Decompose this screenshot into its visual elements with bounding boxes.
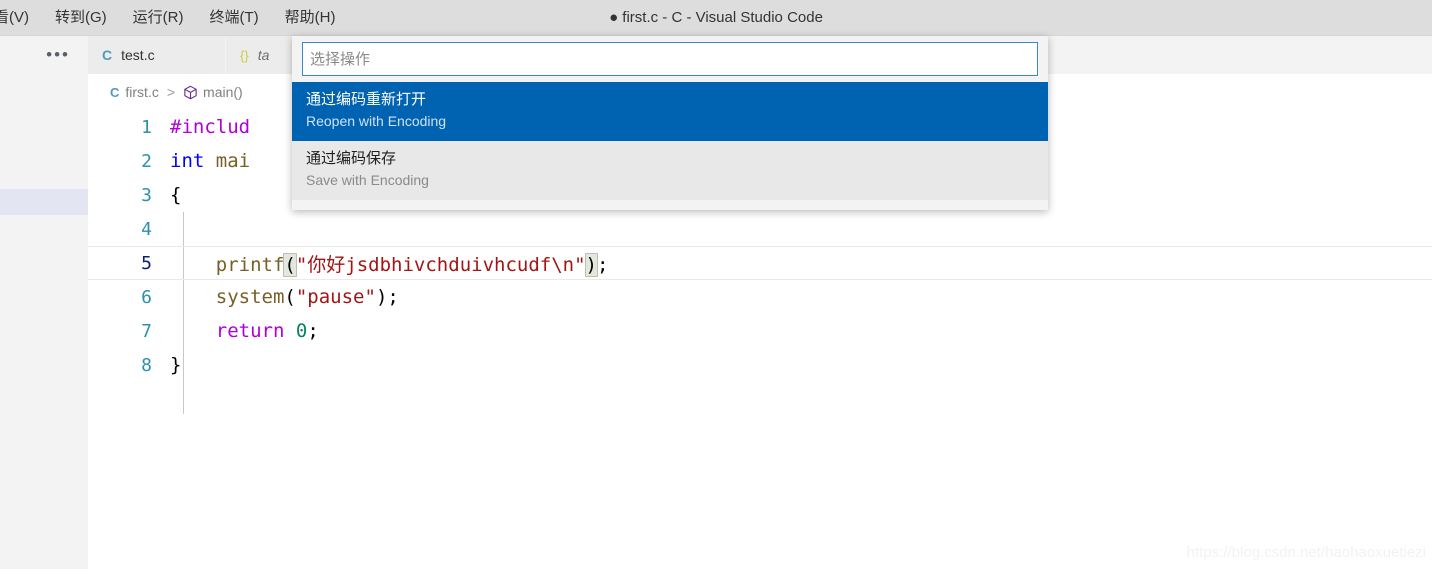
line-number-1: 1 <box>141 116 152 138</box>
line-number-2: 2 <box>141 150 152 172</box>
code-token: ; <box>307 320 319 342</box>
code-token: { <box>170 184 182 206</box>
code-line-5[interactable]: 5 printf("你好jsdbhivchduivhcudf\n"); <box>88 246 1432 280</box>
menu-item-2[interactable]: 运行(R) <box>120 0 197 36</box>
c-file-icon: C <box>102 47 113 63</box>
json-file-icon: {} <box>240 47 249 63</box>
code-text: system("pause"); <box>170 286 399 308</box>
line-number-6: 6 <box>141 286 152 308</box>
line-number-3: 3 <box>141 184 152 206</box>
editor-tab-test.c[interactable]: Ctest.c <box>88 36 226 74</box>
breadcrumb-file[interactable]: C first.c <box>110 84 159 100</box>
editor-tab-label: ta <box>257 47 270 63</box>
quick-pick-item-description: Reopen with Encoding <box>306 113 447 129</box>
code-token: "你好jsdbhivchduivhcudf\n" <box>295 253 586 276</box>
quick-pick-item-label: 通过编码保存 <box>306 150 397 167</box>
code-token: "pause" <box>295 286 376 308</box>
line-number-4: 4 <box>141 218 152 240</box>
line-number-8: 8 <box>141 354 152 376</box>
editor-tab-label: test.c <box>121 47 155 63</box>
code-token: mai <box>204 150 251 172</box>
cube-symbol-icon <box>183 85 198 100</box>
watermark: https://blog.csdn.net/haohaoxuetiezi <box>1186 544 1426 561</box>
quick-pick-item-label: 通过编码重新打开 <box>306 91 427 108</box>
menu-item-3[interactable]: 终端(T) <box>197 0 272 36</box>
menu-item-1[interactable]: 转到(G) <box>42 0 120 36</box>
code-token: ) <box>584 252 598 277</box>
code-text: #includ <box>170 116 250 138</box>
code-token: ) <box>375 286 388 308</box>
quick-pick-input[interactable] <box>302 42 1038 76</box>
code-token: printf <box>215 253 285 276</box>
code-token: return <box>215 320 285 342</box>
code-line-4[interactable]: 4 <box>88 212 1432 246</box>
code-line-8[interactable]: 8} <box>88 348 1432 382</box>
menu-item-0[interactable]: 看(V) <box>0 0 42 36</box>
code-token: 0 <box>295 320 308 342</box>
code-text: } <box>170 354 181 376</box>
side-panel-highlight-row[interactable] <box>0 189 88 215</box>
menu-bar: 看(V) 转到(G) 运行(R) 终端(T) 帮助(H) <box>0 0 348 36</box>
line-number-5: 5 <box>141 252 152 274</box>
code-text: return 0; <box>170 320 319 342</box>
code-line-7[interactable]: 7 return 0; <box>88 314 1432 348</box>
breadcrumb-symbol[interactable]: main() <box>183 84 243 100</box>
code-text: int mai <box>170 150 250 172</box>
code-token: ; <box>596 253 609 276</box>
quick-pick-item-0[interactable]: 通过编码重新打开 Reopen with Encoding <box>292 82 1048 141</box>
menu-item-4[interactable]: 帮助(H) <box>272 0 349 36</box>
quick-pick-item-1[interactable]: 通过编码保存 Save with Encoding <box>292 141 1048 200</box>
quick-pick-input-wrapper <box>292 42 1048 82</box>
side-panel: ••• <box>0 36 88 569</box>
breadcrumb-symbol-label: main() <box>203 84 243 100</box>
code-token: } <box>170 354 182 376</box>
breadcrumb-file-label: first.c <box>125 84 159 100</box>
code-token: system <box>215 286 285 308</box>
code-token: ; <box>387 286 399 308</box>
side-panel-actions: ••• <box>0 36 88 74</box>
quick-pick-list: 通过编码重新打开 Reopen with Encoding 通过编码保存 Save w… <box>292 82 1048 200</box>
quick-pick-dialog: 通过编码重新打开 Reopen with Encoding 通过编码保存 Save w… <box>292 36 1048 210</box>
quick-pick-item-description: Save with Encoding <box>306 172 429 188</box>
code-token: #includ <box>170 116 251 138</box>
more-actions-icon[interactable]: ••• <box>46 46 88 63</box>
code-token: int <box>170 150 205 172</box>
quick-pick-footer <box>292 200 1048 210</box>
c-file-icon: C <box>110 84 120 100</box>
line-number-7: 7 <box>141 320 152 342</box>
code-text: { <box>170 184 181 206</box>
chevron-right-icon: > <box>166 84 176 100</box>
code-text: printf("你好jsdbhivchduivhcudf\n"); <box>170 250 608 277</box>
code-line-6[interactable]: 6 system("pause"); <box>88 280 1432 314</box>
title-bar: 看(V) 转到(G) 运行(R) 终端(T) 帮助(H) ● first.c - C -… <box>0 0 1432 36</box>
vscode-window: 看(V) 转到(G) 运行(R) 终端(T) 帮助(H) ● first.c - C -… <box>0 0 1432 569</box>
code-token: ( <box>284 286 296 308</box>
code-token: ( <box>283 252 297 277</box>
